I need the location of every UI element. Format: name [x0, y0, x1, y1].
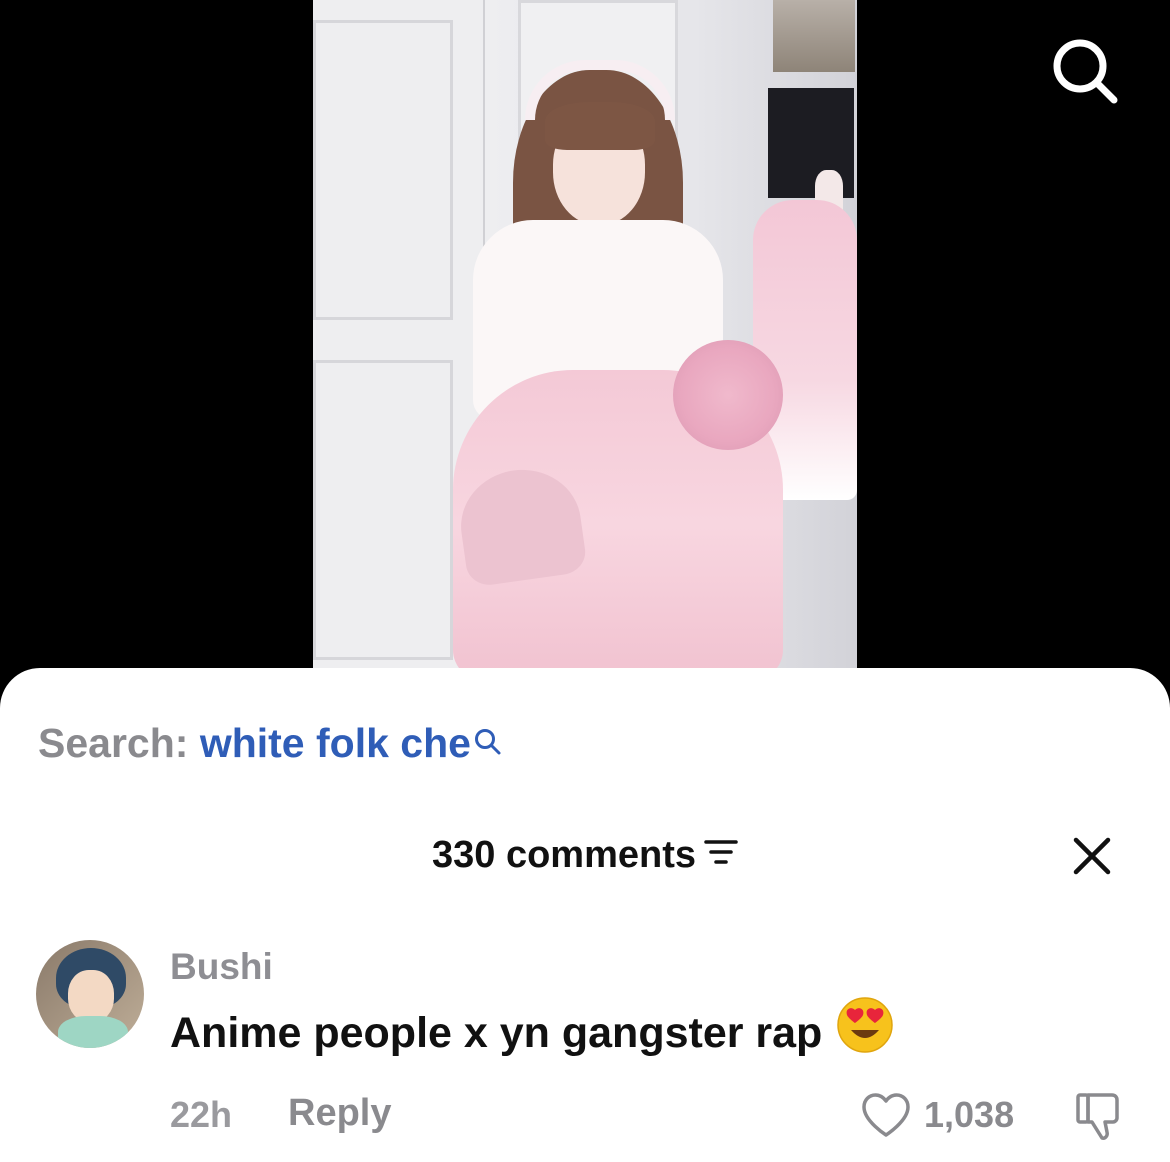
person-bangs — [545, 102, 655, 150]
avatar-face — [68, 970, 114, 1022]
comment-time: 22h — [170, 1094, 233, 1135]
heart-icon[interactable] — [860, 1092, 912, 1140]
search-query[interactable]: white folk che — [200, 720, 471, 766]
door-panel — [313, 20, 453, 320]
filter-icon[interactable] — [704, 833, 738, 876]
thumbs-down-icon[interactable] — [1072, 1090, 1124, 1142]
search-icon[interactable] — [1048, 34, 1120, 106]
comment-text: Anime people x yn gangster rap — [170, 1008, 823, 1057]
avatar[interactable] — [36, 940, 144, 1048]
like-count: 1,038 — [924, 1094, 1015, 1135]
search-icon[interactable] — [473, 720, 503, 767]
heart-eyes-emoji — [836, 996, 894, 1065]
flower-bouquet — [673, 340, 783, 450]
wall-photo — [773, 0, 855, 72]
avatar-body — [58, 1016, 128, 1048]
comments-count: 330 comments — [431, 834, 696, 876]
video-frame[interactable] — [313, 0, 857, 668]
close-icon[interactable] — [1068, 832, 1116, 880]
video-player[interactable] — [0, 0, 1170, 700]
comments-header: 330 comments — [0, 834, 1170, 877]
comments-sheet: Search: white folk che 330 comments Bush… — [0, 668, 1170, 1162]
reply-button[interactable]: Reply — [288, 1092, 391, 1135]
comment-username[interactable]: Bushi — [170, 946, 273, 988]
comment-body: Anime people x yn gangster rap — [170, 997, 894, 1065]
search-suggestion[interactable]: Search: white folk che — [38, 720, 503, 767]
person-in-pink-dress — [453, 30, 783, 668]
search-prefix: Search: — [38, 720, 189, 766]
door-panel — [313, 360, 453, 660]
